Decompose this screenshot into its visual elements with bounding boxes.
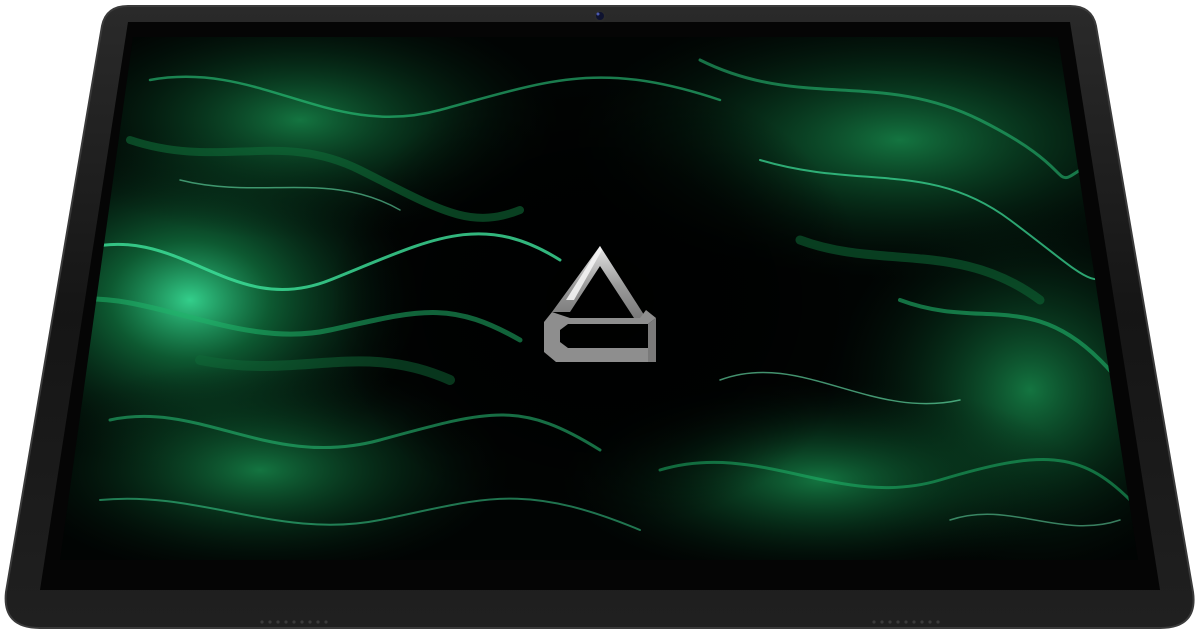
- front-camera-icon: [594, 10, 606, 22]
- tablet-screen: [60, 37, 1138, 560]
- speaker-grille-right: [872, 620, 940, 624]
- speaker-grille-left: [260, 620, 328, 624]
- green-liquid-swirl-wallpaper: [60, 37, 1138, 560]
- product-stage: [0, 0, 1200, 630]
- tablet-device: [4, 5, 1195, 629]
